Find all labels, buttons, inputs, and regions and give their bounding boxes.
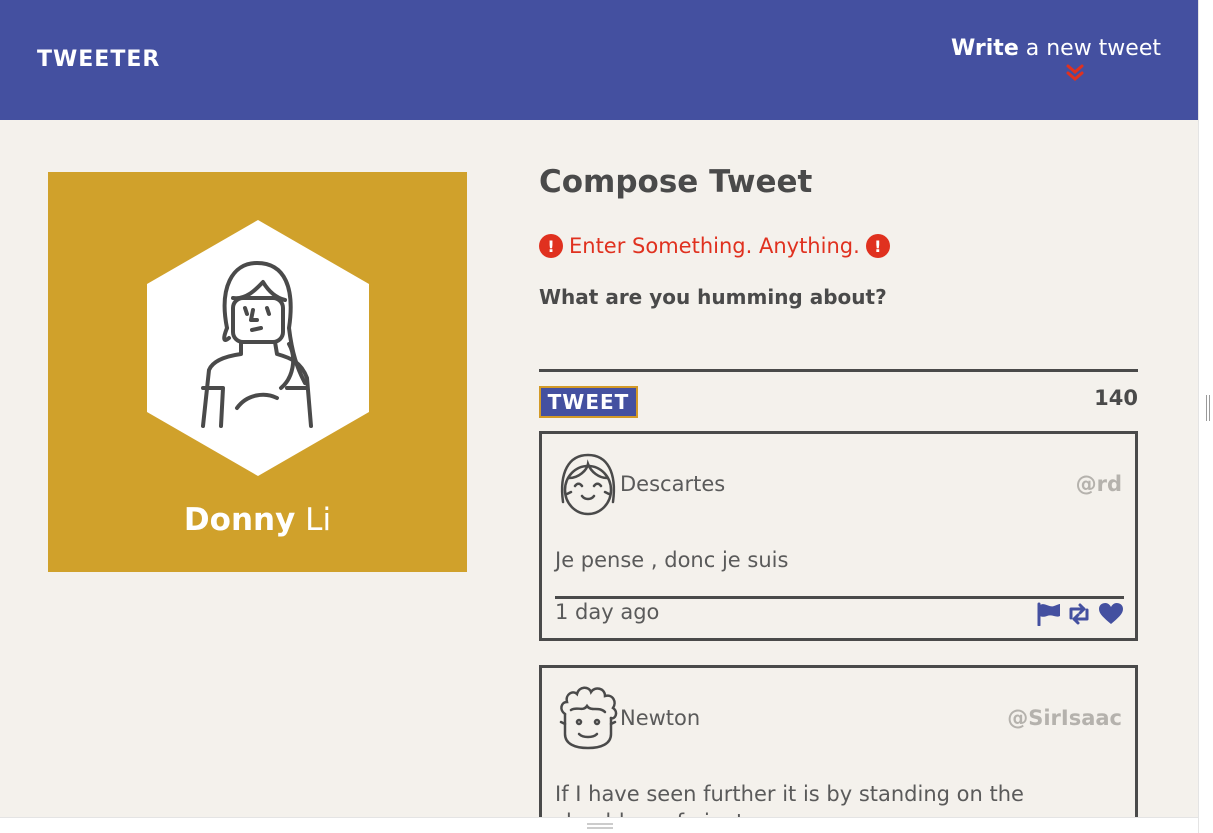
- tweet-divider: [555, 596, 1124, 599]
- curly-hair-avatar-icon: [559, 686, 618, 750]
- error-message: ! Enter Something. Anything. !: [539, 234, 890, 258]
- profile-first-name: Donny: [183, 502, 296, 538]
- tweet-text: Je pense , donc je suis: [555, 548, 789, 572]
- app-logo[interactable]: TWEETER: [37, 47, 160, 72]
- tweet-card: Newton @SirIsaac If I have seen further …: [539, 665, 1138, 817]
- chevron-down-icon[interactable]: [1064, 62, 1086, 84]
- tweet-button[interactable]: TWEET: [539, 386, 638, 418]
- tweet-author-name[interactable]: Descartes: [620, 472, 725, 496]
- user-avatar-icon: [201, 261, 313, 428]
- tweet-input[interactable]: [539, 320, 1138, 372]
- tweet-author-name[interactable]: Newton: [620, 706, 700, 730]
- compose-prompt-label: What are you humming about?: [539, 285, 887, 309]
- tweet-text: If I have seen further it is by standing…: [555, 782, 1024, 817]
- page-viewport: TWEETER Write a new tweet Donny Li Compo…: [0, 0, 1198, 817]
- tweet-author-handle[interactable]: @SirIsaac: [1007, 706, 1122, 730]
- top-nav: TWEETER Write a new tweet: [0, 0, 1198, 120]
- error-text: Enter Something. Anything.: [569, 234, 860, 258]
- compose-title: Compose Tweet: [539, 164, 813, 200]
- heart-icon[interactable]: [1098, 602, 1124, 626]
- write-link-strong: Write: [951, 36, 1019, 61]
- char-counter: 140: [1094, 386, 1138, 410]
- write-new-tweet-link[interactable]: Write a new tweet: [951, 36, 1161, 61]
- tweet-author-handle[interactable]: @rd: [1076, 472, 1122, 496]
- horizontal-resize-grip-icon[interactable]: [587, 822, 613, 830]
- flag-icon[interactable]: [1036, 602, 1062, 626]
- alert-icon: !: [539, 234, 563, 258]
- alert-icon: !: [865, 234, 890, 258]
- retweet-icon[interactable]: [1066, 602, 1092, 626]
- profile-name: Donny Li: [48, 502, 467, 538]
- tweet-timestamp: 1 day ago: [555, 600, 660, 624]
- girl-avatar-icon: [560, 453, 616, 516]
- vertical-resize-grip-icon[interactable]: [1205, 395, 1211, 421]
- profile-last-name: Li: [295, 502, 332, 538]
- write-link-rest: a new tweet: [1018, 36, 1161, 61]
- tweet-card: Descartes @rd Je pense , donc je suis 1 …: [539, 431, 1138, 641]
